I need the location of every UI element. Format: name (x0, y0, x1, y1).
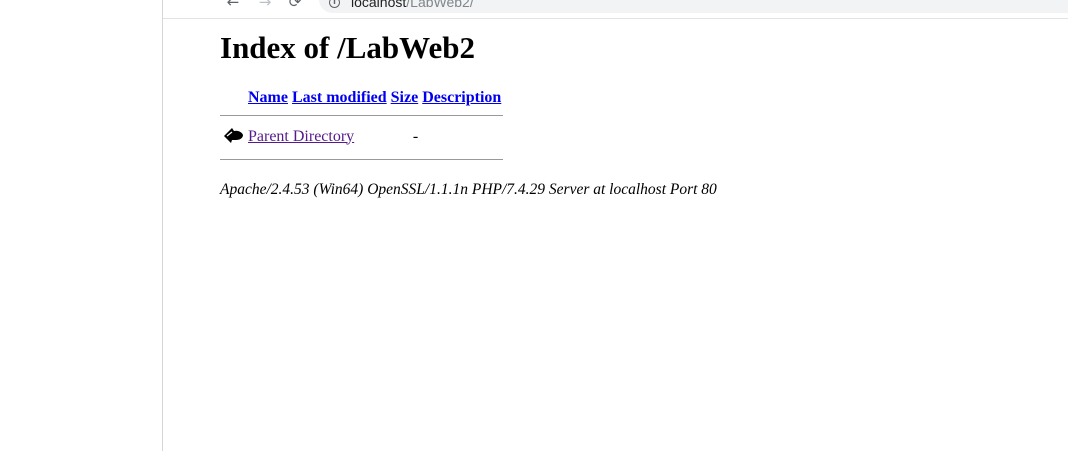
name-column-header: Name (246, 87, 290, 109)
page-title: Index of /LabWeb2 (220, 30, 475, 65)
server-signature: Apache/2.4.53 (Win64) OpenSSL/1.1.1n PHP… (220, 181, 717, 198)
description-column-header: Description (420, 87, 503, 109)
icon-cell (220, 124, 246, 149)
header-row: Name Last modified Size Description (220, 87, 503, 109)
icon-column-header (220, 87, 246, 109)
back-arrow-icon[interactable]: ← (225, 0, 241, 10)
sort-by-last-modified-link[interactable]: Last modified (292, 89, 387, 106)
back-arrow-icon (222, 128, 244, 148)
parent-directory-link[interactable]: Parent Directory (248, 128, 354, 145)
url-host: localhost (351, 0, 407, 10)
table-row: Parent Directory - (220, 124, 503, 149)
browser-toolbar: ← → ⟳ i localhost/LabWeb2/ (163, 0, 1068, 19)
size-cell: - (412, 127, 419, 145)
last-modified-column-header: Last modified (290, 87, 389, 109)
sort-by-description-link[interactable]: Description (422, 89, 501, 106)
separator-row (220, 109, 504, 124)
description-cell (420, 124, 503, 149)
name-cell: Parent Directory (246, 124, 389, 149)
sort-by-name-link[interactable]: Name (248, 89, 288, 106)
info-icon[interactable]: i (329, 0, 340, 8)
separator-row-bottom (220, 149, 504, 160)
separator-cell (220, 109, 504, 124)
separator-cell-bottom (220, 149, 504, 160)
page-content: Index of /LabWeb2 Name Last modified Siz… (220, 30, 717, 198)
left-blank-panel (0, 0, 163, 451)
forward-arrow-icon[interactable]: → (257, 0, 273, 10)
url-text[interactable]: localhost/LabWeb2/ (351, 0, 474, 10)
reload-icon[interactable]: ⟳ (287, 0, 303, 10)
size-column-header: Size (389, 87, 421, 109)
address-bar[interactable]: i localhost/LabWeb2/ (319, 0, 1068, 13)
divider (220, 115, 504, 116)
url-path: /LabWeb2/ (406, 0, 474, 10)
sort-by-size-link[interactable]: Size (391, 89, 419, 106)
directory-listing: Name Last modified Size Description Pare… (220, 87, 504, 160)
divider-bottom (220, 159, 504, 160)
